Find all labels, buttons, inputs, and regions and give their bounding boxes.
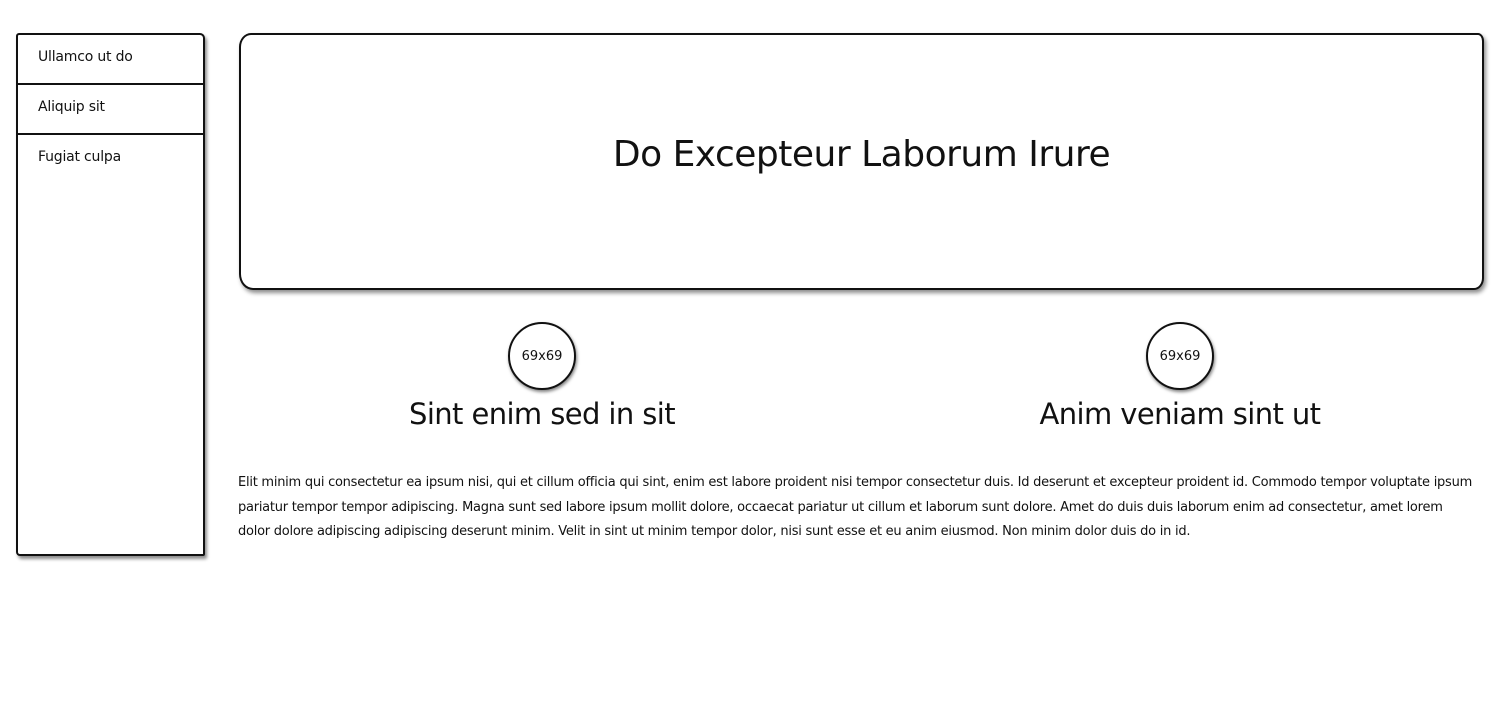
sidebar-item-aliquip-sit[interactable]: Aliquip sit (18, 85, 203, 135)
feature-title: Sint enim sed in sit (409, 397, 676, 431)
sidebar-item-label: Aliquip sit (38, 99, 105, 115)
feature-card: 69x69 Sint enim sed in sit (380, 322, 704, 434)
hero-title: Do Excepteur Laborum Irure (612, 134, 1111, 175)
sidebar-item-fugiat-culpa[interactable]: Fugiat culpa (18, 135, 203, 185)
hero-banner: Do Excepteur Laborum Irure (239, 33, 1484, 290)
sidebar: Ullamco ut do Aliquip sit Fugiat culpa (16, 33, 205, 556)
sidebar-item-label: Fugiat culpa (38, 149, 121, 165)
feature-title: Anim veniam sint ut (1039, 397, 1322, 431)
body-paragraph: Elit minim qui consectetur ea ipsum nisi… (238, 475, 1472, 539)
image-placeholder-label: 69x69 (521, 348, 563, 364)
image-placeholder-label: 69x69 (1159, 348, 1201, 364)
sidebar-item-ullamco-ut-do[interactable]: Ullamco ut do (18, 35, 203, 85)
image-placeholder: 69x69 (1146, 322, 1214, 390)
sidebar-item-label: Ullamco ut do (38, 49, 133, 65)
feature-card: 69x69 Anim veniam sint ut (1018, 322, 1342, 434)
image-placeholder: 69x69 (508, 322, 576, 390)
